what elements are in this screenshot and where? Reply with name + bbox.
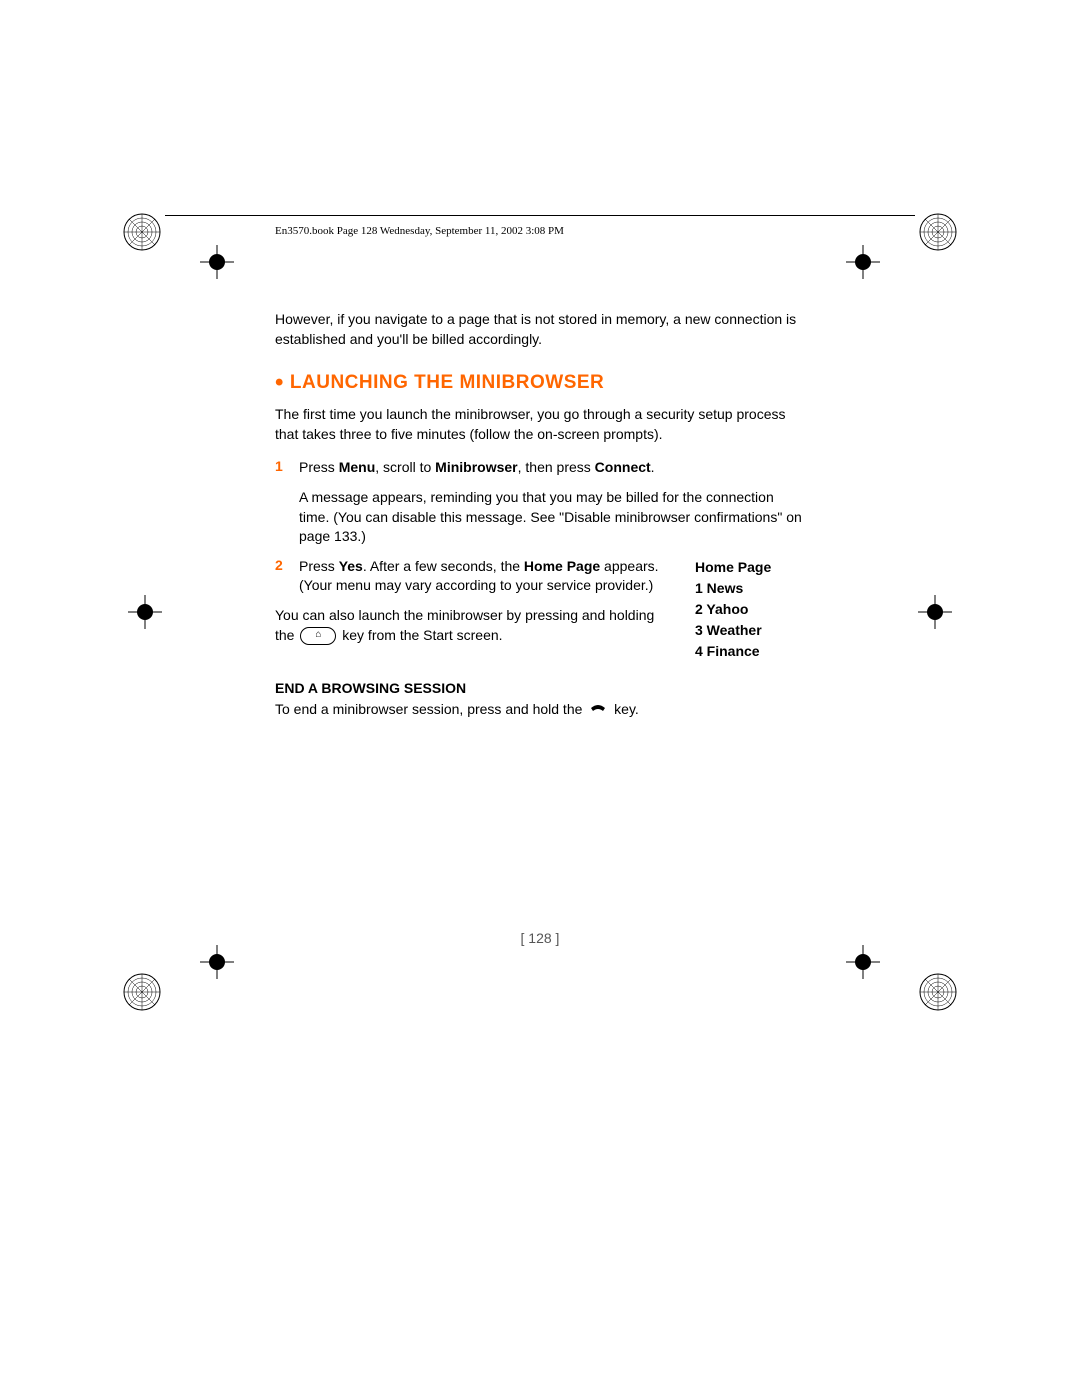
- menu-item: 4 Finance: [695, 641, 805, 662]
- step-body: Press Yes. After a few seconds, the Home…: [299, 557, 675, 596]
- step-body: Press Menu, scroll to Minibrowser, then …: [299, 458, 805, 478]
- page-number: [ 128 ]: [0, 930, 1080, 946]
- document-page: En3570.book Page 128 Wednesday, Septembe…: [0, 0, 1080, 1397]
- running-header: En3570.book Page 128 Wednesday, Septembe…: [275, 225, 564, 237]
- section-intro: The first time you launch the minibrowse…: [275, 405, 805, 444]
- crosshair-mark-icon: [200, 945, 234, 979]
- crosshair-mark-icon: [200, 245, 234, 279]
- header-rule: [165, 215, 915, 216]
- section-heading: • LAUNCHING THE MINIBROWSER: [275, 369, 805, 397]
- step-2: 2 Press Yes. After a few seconds, the Ho…: [275, 557, 675, 596]
- crosshair-mark-icon: [846, 245, 880, 279]
- intro-paragraph: However, if you navigate to a page that …: [275, 310, 805, 349]
- crosshair-mark-icon: [128, 595, 162, 629]
- menu-title: Home Page: [695, 557, 805, 578]
- menu-item: 2 Yahoo: [695, 599, 805, 620]
- crosshair-mark-icon: [918, 595, 952, 629]
- home-key-icon: ⌂: [300, 627, 336, 645]
- step-1-sub: A message appears, reminding you that yo…: [299, 488, 805, 547]
- registration-mark-icon: [118, 968, 166, 1016]
- page-content: However, if you navigate to a page that …: [275, 310, 805, 734]
- end-session-text: To end a minibrowser session, press and …: [275, 700, 805, 720]
- step-1: 1 Press Menu, scroll to Minibrowser, the…: [275, 458, 805, 478]
- crosshair-mark-icon: [846, 945, 880, 979]
- sub-heading: END A BROWSING SESSION: [275, 680, 805, 696]
- step-2-row: 2 Press Yes. After a few seconds, the Ho…: [275, 557, 805, 662]
- registration-mark-icon: [914, 968, 962, 1016]
- bullet-icon: •: [275, 369, 284, 396]
- registration-mark-icon: [118, 208, 166, 256]
- home-page-menu: Home Page 1 News 2 Yahoo 3 Weather 4 Fin…: [695, 557, 805, 662]
- menu-item: 1 News: [695, 578, 805, 599]
- step-number: 2: [275, 557, 299, 596]
- also-launch-text: You can also launch the minibrowser by p…: [275, 606, 675, 645]
- registration-mark-icon: [914, 208, 962, 256]
- section-title-text: LAUNCHING THE MINIBROWSER: [290, 372, 604, 393]
- menu-item: 3 Weather: [695, 620, 805, 641]
- step-number: 1: [275, 458, 299, 478]
- step-2-left: 2 Press Yes. After a few seconds, the Ho…: [275, 557, 675, 662]
- end-call-key-icon: [589, 700, 607, 720]
